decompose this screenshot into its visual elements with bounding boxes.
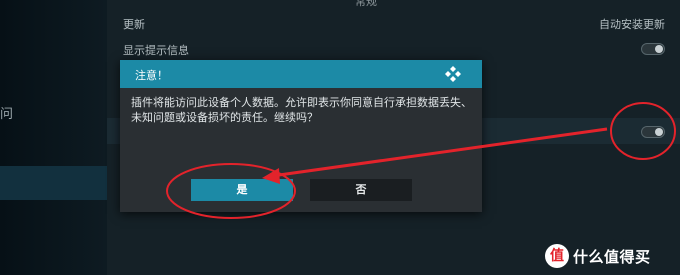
dialog-header: 注意！ (120, 60, 482, 88)
yes-button[interactable]: 是 (191, 179, 293, 201)
no-button[interactable]: 否 (310, 179, 412, 201)
show-notifications-toggle[interactable] (641, 43, 665, 55)
sidebar-partial-label: 问 (0, 107, 14, 122)
left-sidebar (0, 0, 107, 275)
watermark-text: 什么值得买 (573, 248, 651, 266)
settings-section-title: 常规 (355, 0, 377, 8)
setting-auto-update-value[interactable]: 自动安装更新 (599, 16, 665, 32)
unknown-sources-toggle[interactable] (641, 126, 665, 138)
setting-update-label: 更新 (123, 18, 145, 31)
kodi-logo-icon (445, 66, 461, 82)
toggle-knob (655, 128, 663, 136)
watermark-logo-char: 值 (550, 248, 564, 264)
watermark-logo-icon: 值 (545, 244, 569, 268)
dialog-title: 注意！ (135, 69, 168, 82)
confirmation-dialog: 注意！ 插件将能访问此设备个人数据。允许即表示你同意自行承担数据丢失、未知问题或… (120, 60, 482, 212)
sidebar-selected-item[interactable] (0, 166, 107, 200)
toggle-knob (655, 45, 663, 53)
dialog-message: 插件将能访问此设备个人数据。允许即表示你同意自行承担数据丢失、未知问题或设备损坏… (131, 96, 472, 124)
setting-show-notifications-label: 显示提示信息 (123, 44, 189, 57)
